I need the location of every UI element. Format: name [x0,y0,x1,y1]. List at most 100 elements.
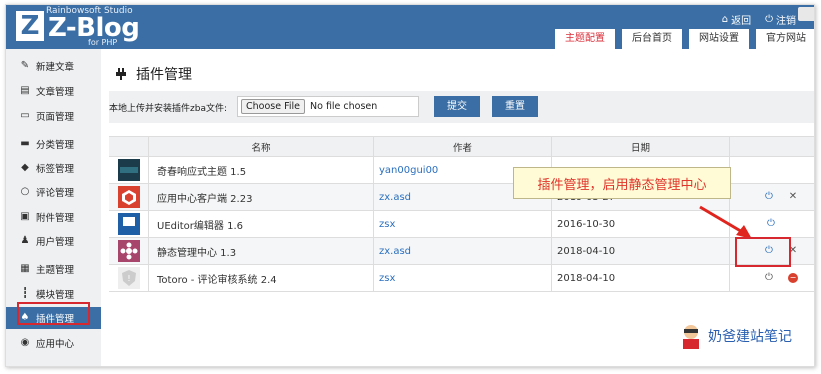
plugin-thumb [109,211,149,237]
tab-official-site[interactable]: 官方网站 [756,29,814,49]
sidebar-item-new-article[interactable]: ✎ 新建文章 [6,55,101,77]
plugin-actions: ⏻ − [730,265,814,291]
sidebar-item-tags[interactable]: ◆ 标签管理 [6,157,101,179]
folder-icon: ▬ [20,138,30,149]
module-icon: ┇ [21,288,29,299]
wrench-icon[interactable]: ✕ [788,192,798,202]
appcenter-thumb-icon [117,186,140,208]
sidebar-item-articles[interactable]: ▤ 文章管理 [6,80,101,102]
sidebar-item-label: 评论管理 [36,188,75,199]
tab-site-settings[interactable]: 网站设置 [689,29,749,49]
sidebar-item-label: 页面管理 [36,112,75,123]
logout-link[interactable]: ⏻ 注销 [765,12,796,27]
sidebar-item-comments[interactable]: ○ 评论管理 [6,181,101,203]
header-author: 作者 [374,137,552,156]
plugin-name: 静态管理中心 1.3 [149,238,374,264]
file-input[interactable]: Choose File No file chosen [237,96,419,117]
watermark: 奶爸建站笔记 [680,323,792,349]
sidebar-item-categories[interactable]: ▬ 分类管理 [6,133,101,155]
sidebar-item-pages[interactable]: ▭ 页面管理 [6,105,101,127]
home-icon: ⌂ [721,14,729,25]
remove-icon[interactable]: − [788,273,798,283]
logo-mark: Z [16,11,44,41]
attachment-icon: ▣ [20,211,30,222]
tag-icon: ◆ [21,162,29,173]
submit-button[interactable]: 提交 [434,96,480,117]
totoro-thumb-icon: ! [117,267,140,289]
sidebar-item-label: 分类管理 [36,140,75,151]
ueditor-thumb-icon [117,213,140,235]
tab-theme-config[interactable]: 主题配置 [555,29,615,49]
logo-sub: for PHP [88,38,118,47]
sidebar-item-label: 用户管理 [36,237,75,248]
header-date: 日期 [552,137,730,156]
static-center-thumb-icon [117,240,140,262]
upload-label: 本地上传并安装插件zba文件: [109,104,227,114]
plugin-thumb: ! [109,265,149,291]
header-actions [730,137,814,156]
svg-text:!: ! [127,274,130,283]
header-tabs: 主题配置 后台首页 网站设置 官方网站 [555,29,814,49]
corner-decoration [798,7,814,21]
top-links: ⌂ 返回 ⏻ 注销 [722,12,796,27]
avatar-icon [683,325,699,349]
theme-icon: ▦ [20,263,30,274]
page-icon: ▭ [20,110,30,121]
upload-bar: 本地上传并安装插件zba文件: Choose File No file chos… [109,91,814,123]
plugin-author[interactable]: zsx [374,265,552,291]
annotation-callout: 插件管理，启用静态管理中心 [513,167,731,199]
plugin-name: UEditor编辑器 1.6 [149,211,374,237]
app-window: Z Rainbowsoft Studio Z-Blog for PHP ⌂ 返回… [5,4,815,367]
sidebar-item-label: 应用中心 [36,339,75,350]
highlight-box-plugins [17,302,90,325]
power-icon[interactable]: ⏻ [764,192,774,202]
plugin-author[interactable]: zsx [374,211,552,237]
file-status: No file chosen [310,101,378,112]
plugin-actions [730,157,814,183]
comment-icon: ○ [20,186,30,197]
table-header: 名称 作者 日期 [109,136,814,157]
watermark-text: 奶爸建站笔记 [708,329,792,345]
user-icon: ♟ [20,235,30,246]
sidebar-item-label: 主题管理 [36,265,75,276]
sidebar-item-label: 附件管理 [36,213,75,224]
power-off-icon[interactable]: ⏻ [764,273,774,283]
sidebar-item-label: 模块管理 [36,290,75,301]
header-bar: Z Rainbowsoft Studio Z-Blog for PHP ⌂ 返回… [6,5,814,49]
theme-thumb-icon [117,159,140,181]
back-link[interactable]: ⌂ 返回 [722,12,751,27]
power-icon[interactable]: ⏻ [766,219,776,229]
page-title-text: 插件管理 [136,67,192,83]
tab-admin-home[interactable]: 后台首页 [622,29,682,49]
header-name: 名称 [149,137,374,156]
plugin-name: Totoro - 评论审核系统 2.4 [149,265,374,291]
plugin-thumb [109,157,149,183]
plugin-date: 2018-04-10 [552,265,730,291]
plugin-name: 应用中心客户端 2.23 [149,184,374,210]
appcenter-icon: ◉ [20,337,30,348]
edit-icon: ✎ [20,60,30,71]
zblog-logo[interactable]: Z Rainbowsoft Studio Z-Blog for PHP [6,5,140,49]
reset-button[interactable]: 重置 [492,96,538,117]
sidebar-item-label: 文章管理 [36,87,75,98]
power-icon: ⏻ [765,14,773,25]
header-thumb [109,137,149,156]
table-row: ! Totoro - 评论审核系统 2.4 zsx 2018-04-10 ⏻ − [109,265,814,292]
sidebar-item-label: 标签管理 [36,164,75,175]
choose-file-button[interactable]: Choose File [241,99,305,114]
sidebar-item-attachments[interactable]: ▣ 附件管理 [6,206,101,228]
page-title: 插件管理 [114,64,192,84]
plugin-name: 奇春响应式主题 1.5 [149,157,374,183]
plugin-author[interactable]: zx.asd [374,238,552,264]
sidebar-item-app-center[interactable]: ◉ 应用中心 [6,332,101,354]
highlight-box-enable [735,237,791,267]
plugin-thumb [109,238,149,264]
sidebar-item-themes[interactable]: ▦ 主题管理 [6,258,101,280]
logout-label: 注销 [776,16,796,27]
article-icon: ▤ [20,85,30,96]
sidebar-item-label: 新建文章 [36,62,75,73]
plugin-thumb [109,184,149,210]
back-label: 返回 [731,16,752,27]
plug-icon [116,68,126,80]
sidebar-item-users[interactable]: ♟ 用户管理 [6,230,101,252]
